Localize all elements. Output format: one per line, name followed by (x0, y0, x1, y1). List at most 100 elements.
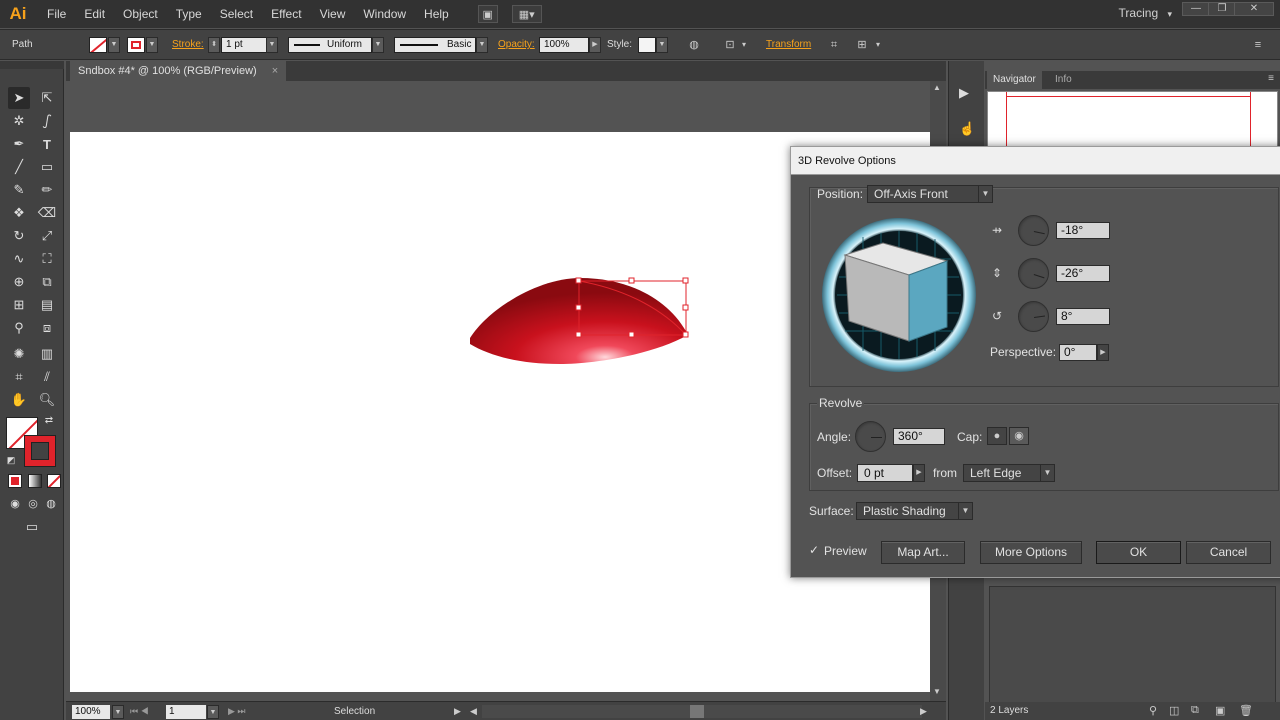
eyedropper-tool-icon[interactable]: ⚲ (8, 317, 30, 339)
perspective-slider-arrow[interactable]: ▶ (1097, 344, 1109, 361)
track-cube[interactable] (821, 217, 977, 373)
arrange-icon[interactable]: ⊞ (854, 38, 870, 52)
stroke-weight-dropdown[interactable]: ▼ (266, 37, 278, 53)
close-button[interactable]: ✕ (1234, 2, 1274, 16)
offset-slider-arrow[interactable]: ▶ (913, 464, 925, 482)
tab-navigator[interactable]: Navigator (987, 71, 1042, 89)
type-tool-icon[interactable]: T (36, 133, 58, 155)
isolate-icon[interactable]: ⌗ (826, 38, 842, 52)
brush-definition[interactable]: Basic (394, 37, 476, 53)
close-tab-icon[interactable]: × (272, 65, 278, 77)
panel-menu-icon[interactable]: ≡ (1250, 38, 1266, 52)
lasso-tool-icon[interactable]: ഽ (36, 110, 58, 132)
fill-dropdown-arrow[interactable]: ▼ (108, 37, 120, 53)
rectangle-tool-icon[interactable]: ▭ (36, 156, 58, 178)
warp-tool-icon[interactable]: ∿ (8, 248, 30, 270)
slice-tool-icon[interactable]: ⫽ (36, 366, 58, 388)
opacity-label[interactable]: Opacity: (498, 39, 535, 50)
perspective-grid-tool-icon[interactable]: ⧉ (36, 271, 58, 293)
recolor-artwork-icon[interactable]: ◍ (686, 38, 702, 52)
menu-view[interactable]: View (311, 0, 355, 28)
rotate-tool-icon[interactable]: ↻ (8, 225, 30, 247)
surface-dropdown[interactable]: Plastic Shading ▼ (856, 502, 973, 520)
artboard-dropdown-arrow[interactable]: ▼ (207, 705, 219, 719)
zoom-tool-icon[interactable]: 🔍︎ (36, 389, 58, 411)
menu-file[interactable]: File (38, 0, 75, 28)
map-art-button[interactable]: Map Art... (881, 541, 965, 564)
brush-dropdown-arrow[interactable]: ▼ (476, 37, 488, 53)
scale-tool-icon[interactable]: ⤢ (36, 225, 58, 247)
none-mode-button[interactable] (47, 474, 61, 488)
scroll-down-icon[interactable]: ▼ (933, 687, 941, 696)
opacity-field[interactable]: 100% (539, 37, 589, 53)
y-rotation-field[interactable]: -26° (1056, 265, 1110, 282)
touch-panel-icon[interactable]: ☝ (959, 121, 975, 137)
profile-dropdown-arrow[interactable]: ▼ (372, 37, 384, 53)
offset-field[interactable]: 0 pt (857, 464, 913, 482)
new-sublayer-icon[interactable]: ⧉ (1191, 704, 1199, 717)
clipping-mask-icon[interactable]: ◫ (1169, 704, 1179, 717)
artboard-number-field[interactable]: 1 (166, 705, 206, 719)
document-tab[interactable]: Sndbox #4* @ 100% (RGB/Preview) × (70, 61, 287, 81)
blob-brush-tool-icon[interactable]: ❖ (8, 202, 30, 224)
from-dropdown[interactable]: Left Edge ▼ (963, 464, 1055, 482)
cap-off-button[interactable]: ◉ (1009, 427, 1029, 445)
magic-wand-tool-icon[interactable]: ✲ (8, 110, 30, 132)
more-options-button[interactable]: More Options (980, 541, 1082, 564)
swap-fill-stroke-icon[interactable]: ⇄ (42, 413, 56, 427)
actions-panel-icon[interactable]: ▶ (959, 85, 969, 101)
style-swatch[interactable] (638, 37, 656, 53)
default-fill-stroke-icon[interactable]: ◩ (4, 453, 18, 467)
hand-tool-icon[interactable]: ✋ (8, 389, 30, 411)
scroll-up-icon[interactable]: ▲ (933, 83, 941, 92)
first-artboard-icon[interactable]: ⏮ ◀ (130, 706, 149, 717)
stroke-swatch[interactable] (127, 37, 145, 53)
mesh-tool-icon[interactable]: ⊞ (8, 294, 30, 316)
align-dropdown-icon[interactable]: ▾ (736, 38, 752, 52)
opacity-dropdown-arrow[interactable]: ▶ (589, 37, 601, 53)
x-rotation-field[interactable]: -18° (1056, 222, 1110, 239)
arrange-documents-icon[interactable]: ▦▾ (511, 5, 542, 23)
fill-swatch[interactable] (89, 37, 107, 53)
zoom-dropdown-arrow[interactable]: ▼ (112, 705, 124, 719)
variable-width-profile[interactable]: Uniform (288, 37, 372, 53)
menu-object[interactable]: Object (114, 0, 167, 28)
ok-button[interactable]: OK (1096, 541, 1181, 564)
selection-tool-icon[interactable]: ➤ (8, 87, 30, 109)
workspace-switcher[interactable]: Tracing ▾ (1119, 6, 1172, 20)
paintbrush-tool-icon[interactable]: ✎ (8, 179, 30, 201)
stroke-dropdown-arrow[interactable]: ▼ (146, 37, 158, 53)
stroke-label[interactable]: Stroke: (172, 39, 204, 50)
angle-field[interactable]: 360° (893, 428, 945, 445)
preview-checkbox[interactable]: ✓ (809, 544, 821, 556)
y-rotation-dial[interactable] (1018, 258, 1049, 289)
new-layer-icon[interactable]: ▣ (1215, 704, 1225, 717)
stroke-weight-field[interactable]: 1 pt (221, 37, 267, 53)
draw-behind-icon[interactable]: ◎ (24, 494, 42, 512)
angle-dial[interactable] (855, 421, 886, 452)
menu-edit[interactable]: Edit (75, 0, 114, 28)
stroke-weight-stepper[interactable]: ⬍ (208, 37, 220, 53)
cap-on-button[interactable]: ● (987, 427, 1007, 445)
x-rotation-dial[interactable] (1018, 215, 1049, 246)
status-menu-icon[interactable]: ▶ (454, 706, 461, 717)
restore-button[interactable]: ❐ (1208, 2, 1236, 16)
eraser-tool-icon[interactable]: ⌫ (36, 202, 58, 224)
stroke-color-swatch[interactable] (24, 435, 56, 467)
locate-object-icon[interactable]: ⚲ (1149, 704, 1157, 717)
menu-type[interactable]: Type (167, 0, 211, 28)
menu-window[interactable]: Window (354, 0, 415, 28)
color-mode-button[interactable] (8, 474, 22, 488)
line-tool-icon[interactable]: ╱ (8, 156, 30, 178)
draw-inside-icon[interactable]: ◍ (42, 494, 60, 512)
position-dropdown[interactable]: Off-Axis Front ▼ (867, 185, 993, 203)
menu-effect[interactable]: Effect (262, 0, 310, 28)
z-rotation-dial[interactable] (1018, 301, 1049, 332)
gradient-tool-icon[interactable]: ▤ (36, 294, 58, 316)
zoom-field[interactable]: 100% (72, 705, 110, 719)
pencil-tool-icon[interactable]: ✏ (36, 179, 58, 201)
next-artboard-icon[interactable]: ▶ ⏭ (228, 706, 246, 717)
horizontal-scrollbar[interactable] (482, 705, 922, 718)
hscroll-left-icon[interactable]: ◀ (470, 706, 477, 717)
symbol-sprayer-tool-icon[interactable]: ✺ (8, 343, 30, 365)
